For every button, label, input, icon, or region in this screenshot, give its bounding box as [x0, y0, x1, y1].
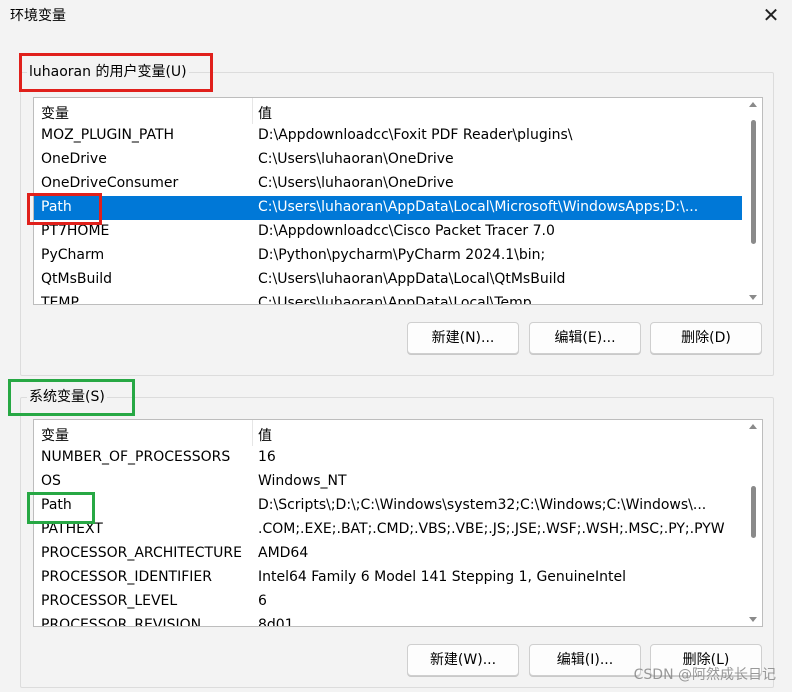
column-header-name[interactable]: 变量 — [41, 425, 69, 445]
annotation-box-user-path — [27, 193, 102, 225]
system-new-button[interactable]: 新建(W)... — [407, 644, 519, 676]
table-row[interactable]: QtMsBuild C:\Users\luhaoran\AppData\Local… — [34, 268, 742, 292]
system-variables-list[interactable]: 变量 值 NUMBER_OF_PROCESSORS 16 OS Windows_NT P… — [33, 419, 763, 627]
scroll-down-icon[interactable] — [749, 617, 757, 622]
column-header-value[interactable]: 值 — [258, 425, 272, 445]
watermark: CSDN @阿然成长日记 — [633, 667, 776, 683]
close-icon[interactable]: ✕ — [758, 3, 784, 27]
user-new-button[interactable]: 新建(N)... — [407, 322, 519, 354]
list-header: 变量 值 — [34, 420, 742, 446]
table-row[interactable]: TEMP C:\Users\luhaoran\AppData\Local\Temp — [34, 292, 742, 305]
variable-name: OneDrive — [41, 151, 107, 167]
scroll-thumb[interactable] — [751, 486, 756, 538]
variable-value: C:\Users\luhaoran\OneDrive — [258, 175, 454, 191]
table-row[interactable]: PROCESSOR_ARCHITECTURE AMD64 — [34, 542, 742, 566]
system-list-scrollbar[interactable] — [744, 420, 762, 626]
user-edit-button[interactable]: 编辑(E)... — [529, 322, 641, 354]
variable-value: C:\Users\luhaoran\AppData\Local\Microsof… — [258, 199, 699, 215]
variable-name: PROCESSOR_REVISION — [41, 617, 202, 627]
variable-value: D:\Python\pycharm\PyCharm 2024.1\bin; — [258, 247, 546, 263]
variable-value: .COM;.EXE;.BAT;.CMD;.VBS;.VBE;.JS;.JSE;.… — [258, 521, 725, 537]
table-row[interactable]: PATHEXT .COM;.EXE;.BAT;.CMD;.VBS;.VBE;.JS… — [34, 518, 742, 542]
variable-value: Windows_NT — [258, 473, 347, 489]
column-separator — [252, 98, 253, 124]
variable-value: 16 — [258, 449, 276, 465]
table-row[interactable]: OneDrive C:\Users\luhaoran\OneDrive — [34, 148, 742, 172]
table-row[interactable]: OS Windows_NT — [34, 470, 742, 494]
title-bar: 环境变量 ✕ — [0, 0, 792, 30]
user-variables-list[interactable]: 变量 值 MOZ_PLUGIN_PATH D:\Appdownloadcc\Fox… — [33, 97, 763, 305]
variable-value: D:\Scripts\;D:\;C:\Windows\system32;C:\W… — [258, 497, 707, 513]
variable-name: OneDriveConsumer — [41, 175, 179, 191]
table-row[interactable]: PROCESSOR_IDENTIFIER Intel64 Family 6 Mod… — [34, 566, 742, 590]
variable-name: MOZ_PLUGIN_PATH — [41, 127, 175, 143]
variable-value: D:\Appdownloadcc\Cisco Packet Tracer 7.0 — [258, 223, 555, 239]
column-header-value[interactable]: 值 — [258, 103, 272, 123]
column-separator — [252, 420, 253, 446]
table-row[interactable]: NUMBER_OF_PROCESSORS 16 — [34, 446, 742, 470]
variable-value: AMD64 — [258, 545, 309, 561]
table-row[interactable]: PROCESSOR_REVISION 8d01 — [34, 614, 742, 627]
window-title: 环境变量 — [10, 8, 66, 24]
variable-value: D:\Appdownloadcc\Foxit PDF Reader\plugin… — [258, 127, 573, 143]
variable-value: 8d01 — [258, 617, 294, 627]
variable-value: Intel64 Family 6 Model 141 Stepping 1, G… — [258, 569, 627, 585]
system-edit-button[interactable]: 编辑(I)... — [529, 644, 641, 676]
variable-name: PROCESSOR_IDENTIFIER — [41, 569, 212, 585]
table-row[interactable]: PROCESSOR_LEVEL 6 — [34, 590, 742, 614]
variable-name: OS — [41, 473, 61, 489]
variable-value: C:\Users\luhaoran\AppData\Local\Temp — [258, 295, 532, 305]
variable-value: C:\Users\luhaoran\AppData\Local\QtMsBuil… — [258, 271, 566, 287]
variable-value: C:\Users\luhaoran\OneDrive — [258, 151, 454, 167]
user-delete-button[interactable]: 删除(D) — [650, 322, 762, 354]
table-row[interactable]: MOZ_PLUGIN_PATH D:\Appdownloadcc\Foxit PD… — [34, 124, 742, 148]
variable-name: QtMsBuild — [41, 271, 113, 287]
annotation-box-system-path — [27, 492, 95, 524]
table-row[interactable]: PyCharm D:\Python\pycharm\PyCharm 2024.1\… — [34, 244, 742, 268]
variable-name: NUMBER_OF_PROCESSORS — [41, 449, 231, 465]
annotation-box-user-label — [19, 53, 213, 92]
variable-name: PROCESSOR_LEVEL — [41, 593, 178, 609]
variable-name: PROCESSOR_ARCHITECTURE — [41, 545, 242, 561]
scroll-up-icon[interactable] — [749, 102, 757, 107]
scroll-thumb[interactable] — [751, 120, 756, 244]
table-row[interactable]: OneDriveConsumer C:\Users\luhaoran\OneDri… — [34, 172, 742, 196]
variable-value: 6 — [258, 593, 267, 609]
variable-name: PT7HOME — [41, 223, 110, 239]
table-row[interactable]: Path C:\Users\luhaoran\AppData\Local\Micr… — [34, 196, 742, 220]
scroll-down-icon[interactable] — [749, 295, 757, 300]
variable-name: TEMP — [41, 295, 79, 305]
annotation-box-system-label — [8, 379, 135, 416]
table-row[interactable]: Path D:\Scripts\;D:\;C:\Windows\system32;… — [34, 494, 742, 518]
column-header-name[interactable]: 变量 — [41, 103, 69, 123]
scroll-up-icon[interactable] — [749, 424, 757, 429]
user-list-scrollbar[interactable] — [744, 98, 762, 304]
list-header: 变量 值 — [34, 98, 742, 124]
variable-name: PyCharm — [41, 247, 105, 263]
table-row[interactable]: PT7HOME D:\Appdownloadcc\Cisco Packet Tra… — [34, 220, 742, 244]
